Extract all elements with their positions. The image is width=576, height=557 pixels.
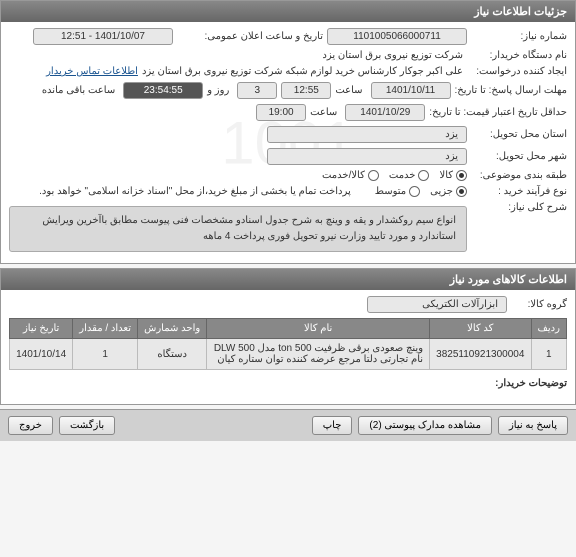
requester-label: ایجاد کننده درخواست:: [467, 66, 567, 77]
deadline-date-field: 1401/10/11: [371, 82, 451, 99]
cell-date: 1401/10/14: [10, 339, 73, 370]
requester-text: علی اکبر جوکار کارشناس خرید لوازم شبکه ش…: [138, 66, 467, 77]
row-deadline: مهلت ارسال پاسخ: تا تاریخ: 1401/10/11 سا…: [9, 82, 567, 99]
row-requester: ایجاد کننده درخواست: علی اکبر جوکار کارش…: [9, 66, 567, 77]
need-desc-box: انواع سیم روکشدار و یقه و وینچ به شرح جد…: [9, 206, 467, 252]
row-need-number: شماره نیاز: 1101005066000711 تاریخ و ساع…: [9, 28, 567, 45]
table-header-row: ردیف کد کالا نام کالا واحد شمارش تعداد /…: [10, 319, 567, 339]
days-label: روز و: [203, 85, 233, 96]
validity-time-label: ساعت: [306, 107, 341, 118]
announce-datetime-field: 1401/10/07 - 12:51: [33, 28, 173, 45]
need-desc-label: شرح کلی نیاز:: [467, 202, 567, 213]
buyer-org-label: نام دستگاه خریدار:: [467, 50, 567, 61]
details-body: 1001 شماره نیاز: 1101005066000711 تاریخ …: [1, 22, 575, 263]
deadline-time-label: ساعت: [331, 85, 366, 96]
need-number-label: شماره نیاز:: [467, 31, 567, 42]
deadline-time-field: 12:55: [281, 82, 331, 99]
goods-body: گروه کالا: ابزارآلات الکتریکی ردیف کد کا…: [1, 290, 575, 404]
validity-time-field: 19:00: [256, 104, 306, 121]
buy-process-label: نوع فرآیند خرید :: [467, 186, 567, 197]
th-unit: واحد شمارش: [138, 319, 207, 339]
radio-service-label: خدمت: [389, 170, 416, 181]
row-buyer-org: نام دستگاه خریدار: شرکت توزیع نیروی برق …: [9, 50, 567, 61]
main-panel: جزئیات اطلاعات نیاز 1001 شماره نیاز: 110…: [0, 0, 576, 264]
row-validity: حداقل تاریخ اعتبار قیمت: تا تاریخ: 1401/…: [9, 104, 567, 121]
panel-title: جزئیات اطلاعات نیاز: [1, 1, 575, 22]
radio-both-label: کالا/خدمت: [322, 170, 365, 181]
th-name: نام کالا: [207, 319, 430, 339]
city-label: استان محل تحویل:: [467, 129, 567, 140]
reply-button[interactable]: پاسخ به نیاز: [498, 416, 568, 435]
row-buy-process: نوع فرآیند خرید : جزیی متوسط پرداخت تمام…: [9, 186, 567, 197]
remaining-label: ساعت باقی مانده: [38, 85, 119, 96]
payment-note: پرداخت تمام یا بخشی از مبلغ خرید،از محل …: [35, 186, 355, 197]
city-field: یزد: [267, 126, 467, 143]
row-desc: شرح کلی نیاز: انواع سیم روکشدار و یقه و …: [9, 202, 567, 252]
need-number-field: 1101005066000711: [327, 28, 467, 45]
th-date: تاریخ نیاز: [10, 319, 73, 339]
print-button[interactable]: چاپ: [312, 416, 353, 435]
toolbar-spacer: [121, 416, 306, 435]
province-field: یزد: [267, 148, 467, 165]
th-idx: ردیف: [531, 319, 566, 339]
cell-idx: 1: [531, 339, 566, 370]
cell-code: 3825110921300004: [430, 339, 531, 370]
radio-minor-label: جزیی: [430, 186, 453, 197]
attachments-button[interactable]: مشاهده مدارک پیوستی (2): [358, 416, 492, 435]
radio-goods-label: کالا: [439, 170, 453, 181]
row-city: استان محل تحویل: یزد: [9, 126, 567, 143]
goods-group-label: گروه کالا:: [507, 299, 567, 310]
validity-label: حداقل تاریخ اعتبار قیمت: تا تاریخ:: [425, 107, 567, 118]
buyer-org-text: شرکت توزیع نیروی برق استان یزد: [318, 50, 467, 61]
radio-medium[interactable]: متوسط: [375, 186, 420, 197]
announce-datetime-label: تاریخ و ساعت اعلان عمومی:: [173, 31, 323, 42]
need-type-radios: کالا خدمت کالا/خدمت: [322, 170, 467, 181]
buy-process-radios: جزیی متوسط: [375, 186, 467, 197]
validity-date-field: 1401/10/29: [345, 104, 425, 121]
goods-panel: اطلاعات کالاهای مورد نیاز گروه کالا: ابز…: [0, 268, 576, 405]
table-row: 1 3825110921300004 وینچ صعودی برقی ظرفیت…: [10, 339, 567, 370]
goods-panel-title: اطلاعات کالاهای مورد نیاز: [1, 269, 575, 290]
days-field: 3: [237, 82, 277, 99]
th-qty: تعداد / مقدار: [73, 319, 138, 339]
contact-link[interactable]: اطلاعات تماس خریدار: [46, 66, 138, 77]
radio-medium-label: متوسط: [375, 186, 406, 197]
footer-toolbar: پاسخ به نیاز مشاهده مدارک پیوستی (2) چاپ…: [0, 409, 576, 441]
row-need-type: طبقه بندی موضوعی: کالا خدمت کالا/خدمت: [9, 170, 567, 181]
remaining-time-field: 23:54:55: [123, 82, 203, 99]
deadline-label: مهلت ارسال پاسخ: تا تاریخ:: [451, 85, 567, 96]
th-code: کد کالا: [430, 319, 531, 339]
radio-service[interactable]: خدمت: [389, 170, 430, 181]
exit-button[interactable]: خروج: [8, 416, 53, 435]
row-province: شهر محل تحویل: یزد: [9, 148, 567, 165]
buyer-notes-label: توضیحات خریدار:: [495, 378, 567, 389]
row-goods-group: گروه کالا: ابزارآلات الکتریکی: [9, 296, 567, 313]
goods-group-field: ابزارآلات الکتریکی: [367, 296, 507, 313]
radio-minor[interactable]: جزیی: [430, 186, 467, 197]
goods-table: ردیف کد کالا نام کالا واحد شمارش تعداد /…: [9, 318, 567, 370]
row-buyer-notes: توضیحات خریدار:: [9, 378, 567, 393]
cell-qty: 1: [73, 339, 138, 370]
province-label: شهر محل تحویل:: [467, 151, 567, 162]
radio-both[interactable]: کالا/خدمت: [322, 170, 379, 181]
need-type-label: طبقه بندی موضوعی:: [467, 170, 567, 181]
cell-name: وینچ صعودی برقی ظرفیت 500 ton مدل DLW 50…: [207, 339, 430, 370]
back-button[interactable]: بازگشت: [59, 416, 115, 435]
cell-unit: دستگاه: [138, 339, 207, 370]
radio-goods[interactable]: کالا: [439, 170, 467, 181]
